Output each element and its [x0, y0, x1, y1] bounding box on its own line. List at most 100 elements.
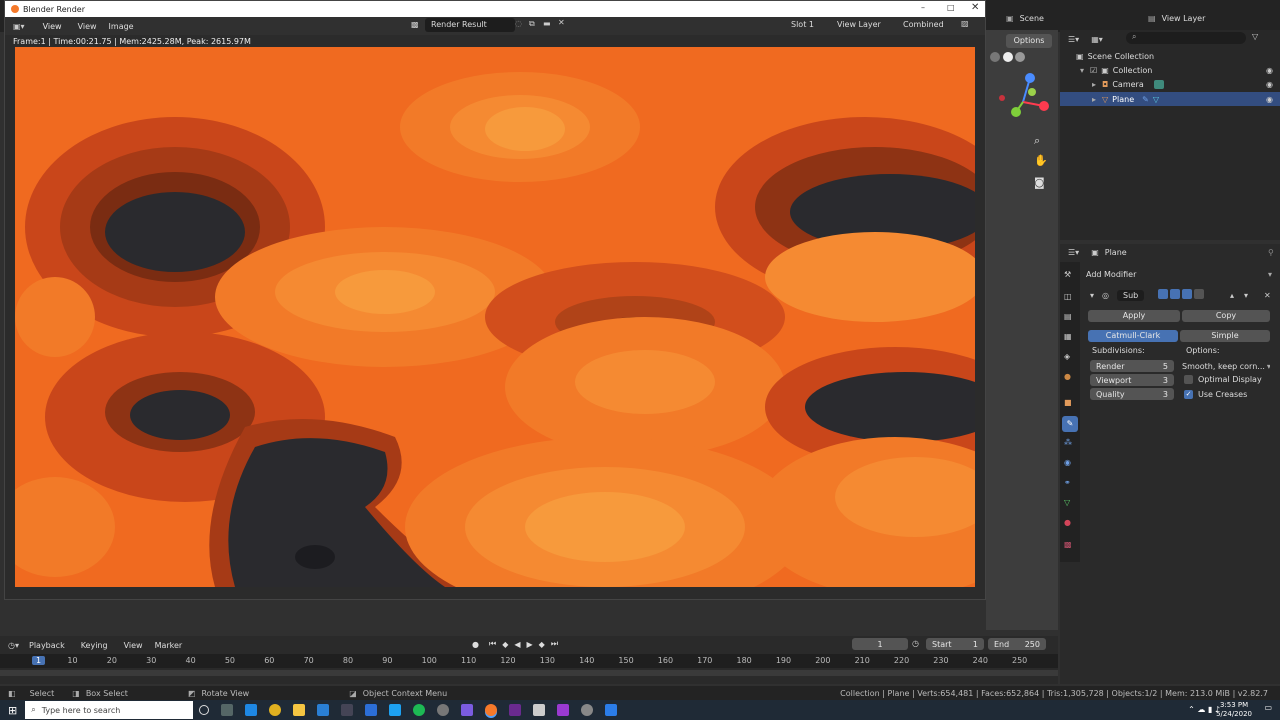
jump-end-icon[interactable]: ⏭ — [551, 639, 558, 649]
store-icon[interactable] — [341, 704, 354, 716]
prev-keyframe-icon[interactable]: ◆ — [502, 640, 508, 649]
taskbar-search-box[interactable]: ⌕ Type here to search — [25, 701, 194, 719]
particles-tab-icon[interactable]: ⁂ — [1064, 438, 1072, 447]
object-tab-icon[interactable]: ■ — [1064, 398, 1072, 407]
menu-image[interactable]: Image — [109, 22, 134, 31]
collapse-icon[interactable]: ▾ — [1090, 291, 1094, 300]
camera-view-icon[interactable]: ◙ — [1034, 176, 1045, 189]
premiere-pro-icon[interactable] — [365, 704, 378, 716]
end-frame-field[interactable]: End 250 — [988, 638, 1046, 650]
task-view-icon[interactable] — [221, 704, 234, 716]
outliner-item-camera[interactable]: ▸ ◘ Camera ◉ — [1092, 80, 1280, 89]
catmull-clark-button[interactable]: Catmull-Clark — [1088, 330, 1178, 342]
current-frame-field[interactable]: 1 — [852, 638, 908, 650]
pin-icon[interactable]: ⚲ — [1268, 248, 1274, 257]
edit-cage-icon[interactable] — [1158, 289, 1168, 299]
zoom-icon[interactable]: ⌕ — [1034, 134, 1040, 148]
outliner-editor-icon[interactable]: ☰▾ — [1068, 35, 1079, 44]
display-mode-icon[interactable]: ▦▾ — [1091, 35, 1103, 44]
outliner-item-collection[interactable]: ▾ ☑ ▣ Collection ◉ — [1080, 66, 1280, 75]
copy-button[interactable]: Copy — [1182, 310, 1270, 322]
modifier-display-toggles[interactable] — [1158, 289, 1206, 301]
spotify-icon[interactable] — [413, 704, 426, 716]
view-layer-selector[interactable]: ▤ View Layer — [1148, 14, 1205, 23]
material-shading-icon[interactable] — [1015, 52, 1026, 62]
render-tab-icon[interactable]: ◫ — [1064, 292, 1072, 301]
close-icon[interactable]: ✕ — [971, 2, 979, 13]
display-channels-icon[interactable]: ▨ — [961, 19, 969, 28]
menu-marker[interactable]: Marker — [155, 641, 183, 650]
modifier-name-field[interactable]: Sub — [1117, 289, 1145, 301]
tool-tab-icon[interactable]: ⚒ — [1064, 270, 1071, 279]
menu-view[interactable]: View — [124, 641, 143, 650]
shading-buttons[interactable] — [990, 52, 1050, 64]
simple-button[interactable]: Simple — [1180, 330, 1270, 342]
outliner-item-plane[interactable]: ▸ ▽ Plane ✎ ▽ ◉ — [1060, 92, 1280, 106]
app-icon-3[interactable] — [581, 704, 594, 716]
edit-mode-icon[interactable] — [1170, 289, 1180, 299]
apply-button[interactable]: Apply — [1088, 310, 1180, 322]
filter-icon[interactable]: ▽ — [1252, 32, 1258, 41]
expand-icon[interactable]: ▸ — [1092, 80, 1096, 89]
scene-selector[interactable]: ▣ Scene — [1006, 14, 1044, 23]
next-keyframe-icon[interactable]: ◆ — [539, 640, 545, 649]
use-creases-checkbox[interactable]: ✓ Use Creases — [1184, 390, 1247, 399]
3d-viewport[interactable]: Options ⌕ ✋ ◙ — [986, 30, 1058, 630]
jump-start-icon[interactable]: ⏮ — [489, 639, 496, 649]
properties-editor-icon[interactable]: ☰▾ — [1068, 248, 1079, 257]
mail-icon[interactable] — [317, 704, 330, 716]
checkbox-icon[interactable]: ☑ — [1090, 66, 1097, 75]
view-layer-dropdown[interactable]: View Layer — [837, 20, 881, 29]
app-icon-2[interactable] — [533, 704, 546, 716]
viewport-levels-field[interactable]: Viewport 3 — [1090, 374, 1174, 386]
fake-user-icon[interactable]: ◌ — [515, 19, 522, 28]
after-effects-icon[interactable] — [509, 704, 522, 716]
constraints-tab-icon[interactable]: ⚭ — [1064, 478, 1071, 487]
solid-shading-icon[interactable] — [1002, 52, 1013, 62]
edge-browser-icon[interactable] — [245, 704, 258, 716]
cortana-icon[interactable] — [199, 705, 210, 715]
app-icon[interactable] — [389, 704, 402, 716]
menu-keying[interactable]: Keying — [81, 641, 108, 650]
blender-taskbar-icon[interactable] — [485, 704, 498, 716]
menu-view[interactable]: View — [37, 21, 68, 32]
remove-modifier-icon[interactable]: ✕ — [1264, 291, 1271, 300]
view-layer-tab-icon[interactable]: ▦ — [1064, 332, 1072, 341]
file-explorer-icon[interactable] — [293, 704, 306, 716]
expand-icon[interactable]: ▸ — [1092, 95, 1096, 104]
start-frame-field[interactable]: Start 1 — [926, 638, 984, 650]
physics-tab-icon[interactable]: ◉ — [1064, 458, 1071, 467]
visibility-eye-icon[interactable]: ◉ — [1266, 95, 1273, 104]
adobe-app-icon[interactable] — [557, 704, 570, 716]
move-down-icon[interactable]: ▾ — [1244, 291, 1248, 300]
add-modifier-dropdown[interactable]: Add Modifier ▾ — [1086, 268, 1278, 280]
modifiers-tab-icon[interactable]: ✎ — [1062, 416, 1078, 432]
vscode-icon[interactable] — [605, 704, 618, 716]
options-button[interactable]: Options — [1006, 34, 1052, 48]
clock[interactable]: 3:53 PM 5/24/2020 — [1216, 701, 1252, 719]
optimal-display-checkbox[interactable]: Optimal Display — [1184, 375, 1262, 384]
wireframe-shading-icon[interactable] — [990, 52, 1000, 62]
slot-selector[interactable]: Slot 1 — [791, 20, 814, 29]
expand-icon[interactable]: ▾ — [1080, 66, 1084, 75]
render-display-icon[interactable] — [1194, 289, 1204, 299]
minimize-icon[interactable]: – — [921, 3, 925, 12]
render-result-image[interactable] — [15, 47, 975, 587]
menu-playback[interactable]: Playback — [29, 641, 65, 650]
windows-start-icon[interactable]: ⊞ — [8, 704, 17, 717]
obs-icon[interactable] — [437, 704, 450, 716]
folder-icon[interactable]: ▬ — [543, 19, 551, 28]
unlink-icon[interactable]: ✕ — [558, 18, 565, 27]
editor-type-icon[interactable]: ▣▾ — [13, 22, 25, 31]
visibility-eye-icon[interactable]: ◉ — [1266, 80, 1273, 89]
duplicate-icon[interactable]: ⧉ — [529, 19, 535, 29]
move-up-icon[interactable]: ▴ — [1230, 291, 1234, 300]
discord-icon[interactable] — [461, 704, 474, 716]
play-reverse-icon[interactable]: ◀ — [514, 640, 520, 649]
image-browse-icon[interactable]: ▩ — [411, 20, 419, 29]
quality-field[interactable]: Quality 3 — [1090, 388, 1174, 400]
notifications-icon[interactable]: ▭ — [1264, 703, 1272, 712]
outliner-search-input[interactable]: ⌕ — [1126, 32, 1246, 44]
chrome-browser-icon[interactable] — [269, 704, 282, 716]
scene-tab-icon[interactable]: ◈ — [1064, 352, 1070, 361]
